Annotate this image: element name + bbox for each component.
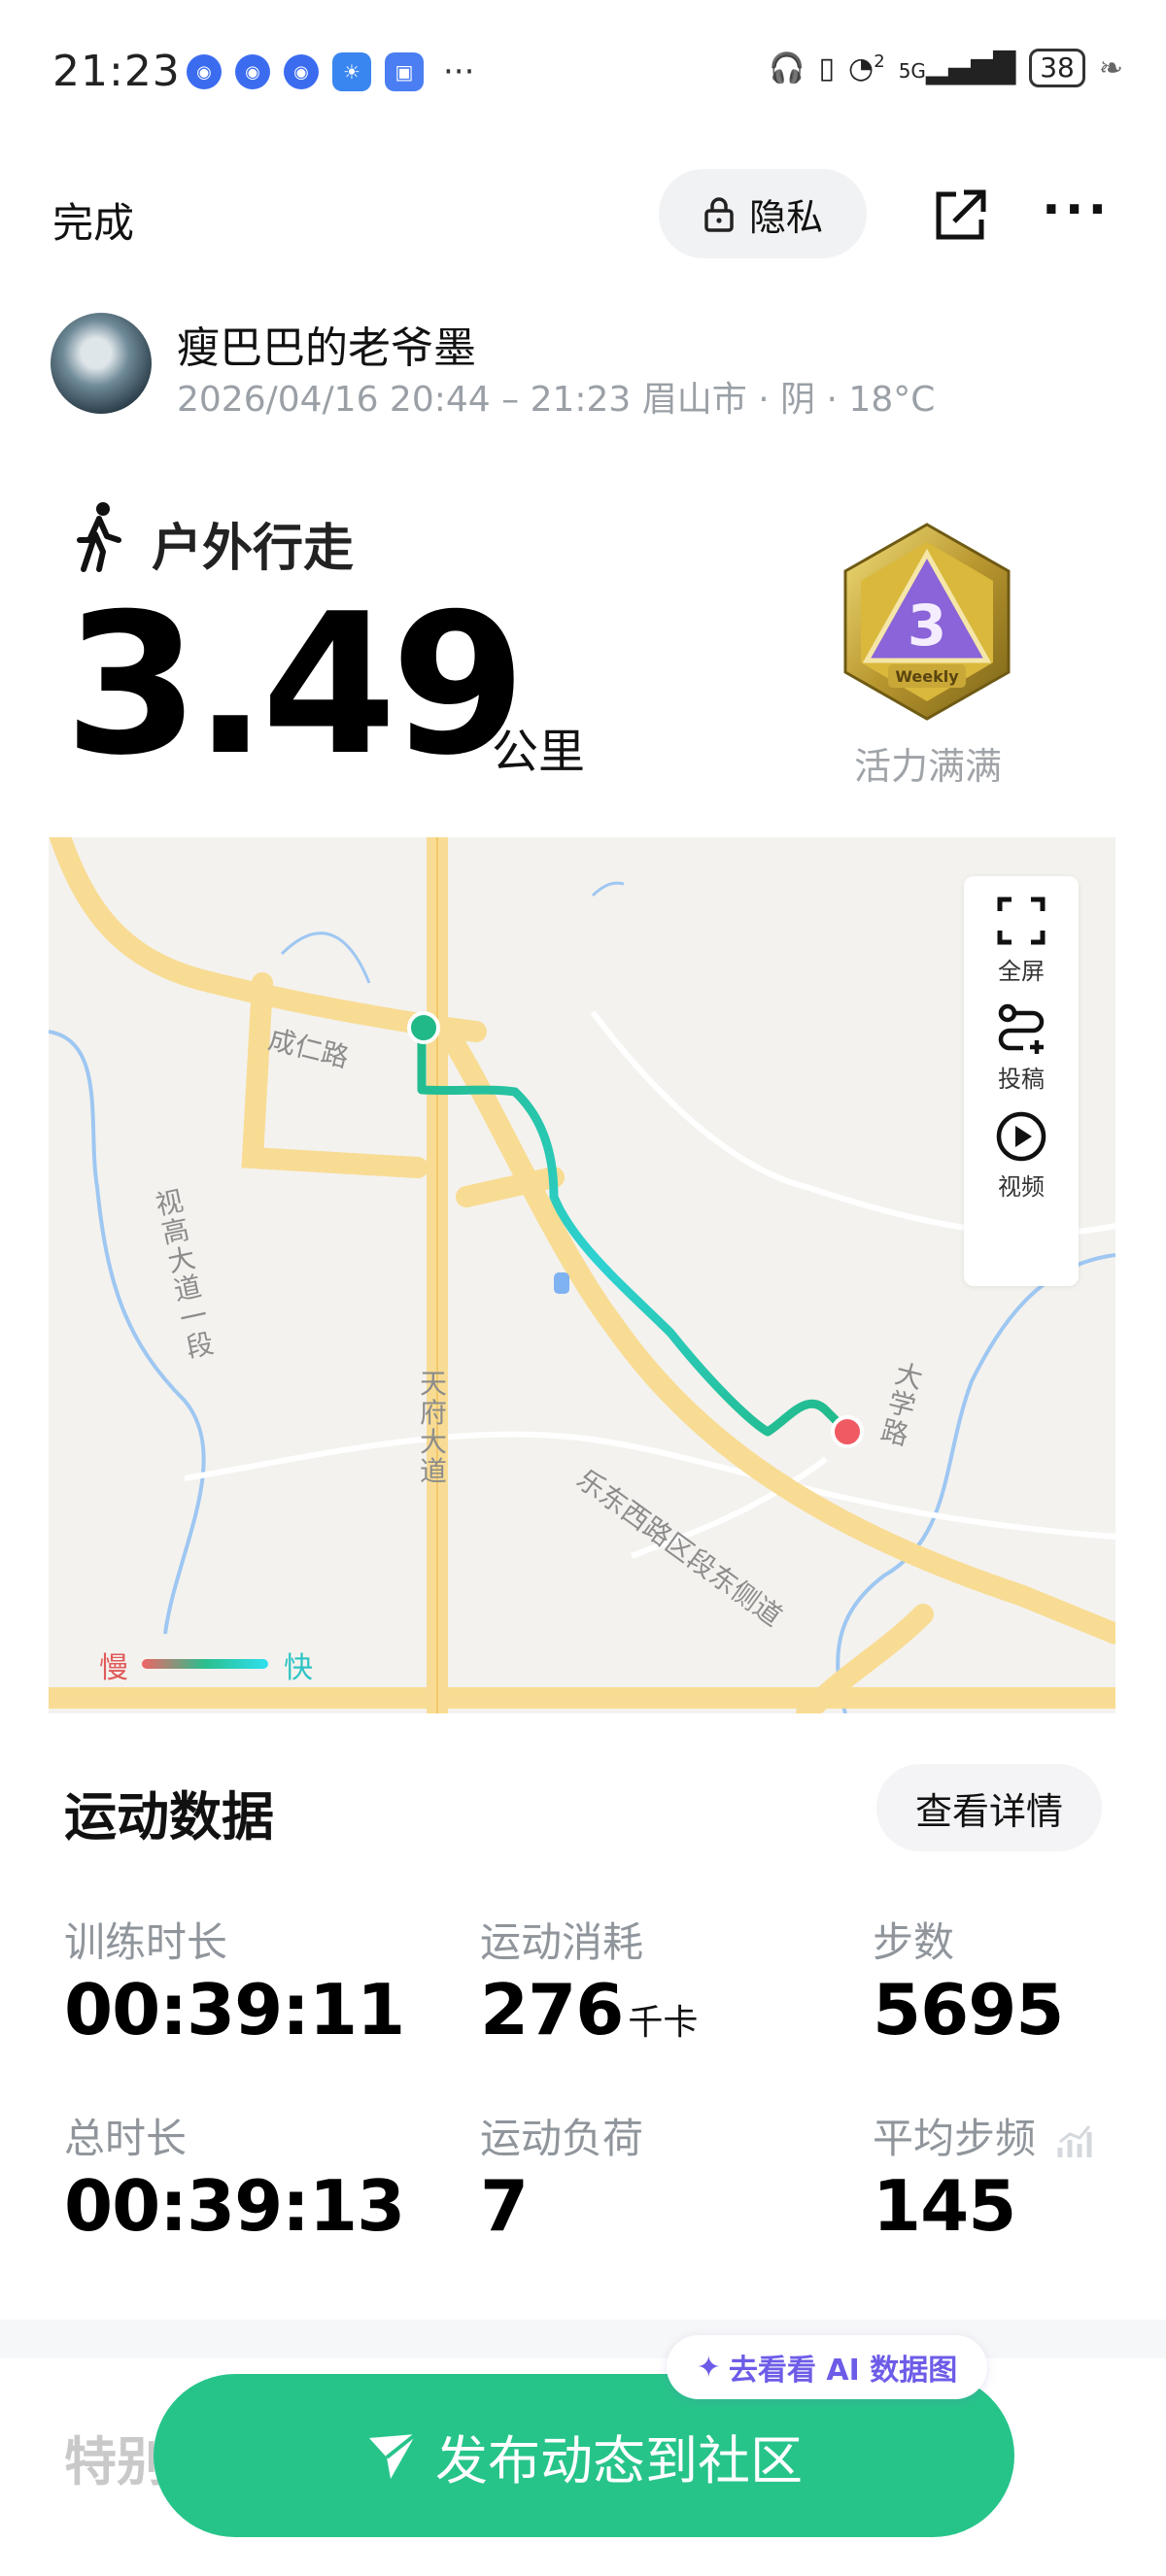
submit-route-label: 投稿 <box>998 1066 1045 1093</box>
play-video-icon <box>996 1111 1046 1162</box>
metric-training-load: 运动负荷 7 <box>480 2106 643 2247</box>
metric-label: 运动消耗 <box>480 1918 644 1966</box>
wifi-icon: ◔2 <box>848 51 885 85</box>
video-button[interactable]: 视频 <box>994 1109 1048 1202</box>
lock-icon <box>704 197 734 232</box>
vibrate-icon: ▯ <box>818 51 836 85</box>
metric-value: 276 <box>480 1969 624 2051</box>
username: 瘦巴巴的老爷墨 <box>177 323 476 373</box>
road-label: 天府大道 <box>420 1368 448 1487</box>
app-notification-icon: ◉ <box>235 54 270 89</box>
svg-text:3: 3 <box>908 593 946 659</box>
fullscreen-label: 全屏 <box>998 958 1045 985</box>
signal-icon: 5G▂▄▆█ <box>898 51 1016 85</box>
medal-label: 活力满满 <box>853 745 1002 788</box>
route-start-marker <box>407 1011 440 1044</box>
route-end-marker <box>831 1415 864 1448</box>
walking-icon <box>77 502 121 572</box>
distance-unit: 公里 <box>492 725 586 779</box>
send-icon <box>369 2432 418 2479</box>
metric-value: 00:39:11 <box>64 1969 405 2051</box>
metric-label-text: 平均步频 <box>873 2115 1037 2162</box>
app-notification-icon: ◉ <box>284 54 319 89</box>
session-meta: 2026/04/16 20:44 – 21:23 眉山市 · 阴 · 18°C <box>177 380 936 420</box>
metric-label: 训练时长 <box>64 1918 228 1966</box>
notification-icons: ◉ ◉ ◉ ☀ ▣ ··· <box>187 52 474 91</box>
submit-route-button[interactable]: 投稿 <box>994 1001 1048 1094</box>
fullscreen-icon <box>997 897 1046 945</box>
metric-label: 总时长 <box>64 2115 188 2162</box>
publish-label: 发布动态到社区 <box>435 2429 803 2491</box>
metric-value: 5695 <box>873 1969 1064 2051</box>
map-controls: 全屏 投稿 视频 <box>964 876 1079 1286</box>
distance-value: 3.49 <box>64 572 526 798</box>
route-submit-icon <box>998 1003 1045 1054</box>
trend-chart-icon[interactable] <box>1056 2122 1095 2161</box>
avatar[interactable] <box>51 313 152 414</box>
sparkle-icon: ✦ <box>696 2350 721 2385</box>
share-icon[interactable] <box>931 186 989 245</box>
done-button[interactable]: 完成 <box>52 190 134 250</box>
metric-avg-cadence: 平均步频 145 <box>873 2106 1095 2247</box>
view-details-button[interactable]: 查看详情 <box>876 1764 1102 1851</box>
metric-value: 00:39:13 <box>64 2165 405 2247</box>
fullscreen-button[interactable]: 全屏 <box>994 894 1048 986</box>
metric-total-duration: 总时长 00:39:13 <box>64 2106 405 2247</box>
speed-legend-bar <box>142 1659 268 1669</box>
weather-app-icon: ☀ <box>332 52 371 91</box>
metric-value: 7 <box>480 2165 529 2247</box>
metric-label: 步数 <box>873 1918 955 1966</box>
metric-label: 运动负荷 <box>480 2115 644 2162</box>
metric-label: 平均步频 <box>873 2106 1095 2165</box>
weekly-medal-badge[interactable]: 3 Weekly <box>838 521 1016 723</box>
metric-training-duration: 训练时长 00:39:11 <box>64 1910 405 2051</box>
more-options-icon[interactable]: ··· <box>1042 185 1111 235</box>
metric-value: 145 <box>873 2165 1016 2247</box>
map-canvas <box>49 837 1115 1713</box>
privacy-button[interactable]: 隐私 <box>659 169 867 258</box>
privacy-label: 隐私 <box>748 195 823 239</box>
leaf-icon: ❧ <box>1098 51 1123 85</box>
route-map[interactable]: 成仁路 视高大道一段 天府大道 乐东西路区段东侧道 大学路 全屏 投稿 视频 慢… <box>49 837 1115 1713</box>
status-time: 21:23 <box>52 47 181 96</box>
metric-unit: 千卡 <box>628 2003 699 2043</box>
headphones-icon: 🎧 <box>769 51 806 85</box>
metric-steps: 步数 5695 <box>873 1910 1064 2051</box>
activity-type: 户外行走 <box>152 520 355 578</box>
ai-data-chart-button[interactable]: ✦ 去看看 AI 数据图 <box>667 2335 987 2399</box>
app-notification-icon: ▣ <box>385 52 424 91</box>
video-label: 视频 <box>998 1173 1045 1201</box>
medal-text: Weekly <box>895 667 959 686</box>
metric-calories: 运动消耗 276 千卡 <box>480 1910 698 2051</box>
speed-legend-slow: 慢 <box>99 1651 128 1685</box>
speed-legend-fast: 快 <box>284 1651 313 1685</box>
ai-label: 去看看 AI 数据图 <box>728 2354 958 2388</box>
battery-icon: 38 <box>1029 49 1085 87</box>
section-divider <box>0 2320 1166 2358</box>
exercise-data-title: 运动数据 <box>64 1786 274 1847</box>
app-notification-icon: ◉ <box>187 54 222 89</box>
more-notifications-icon: ··· <box>443 52 475 91</box>
system-status-icons: 🎧 ▯ ◔2 5G▂▄▆█ 38 ❧ <box>769 49 1123 87</box>
